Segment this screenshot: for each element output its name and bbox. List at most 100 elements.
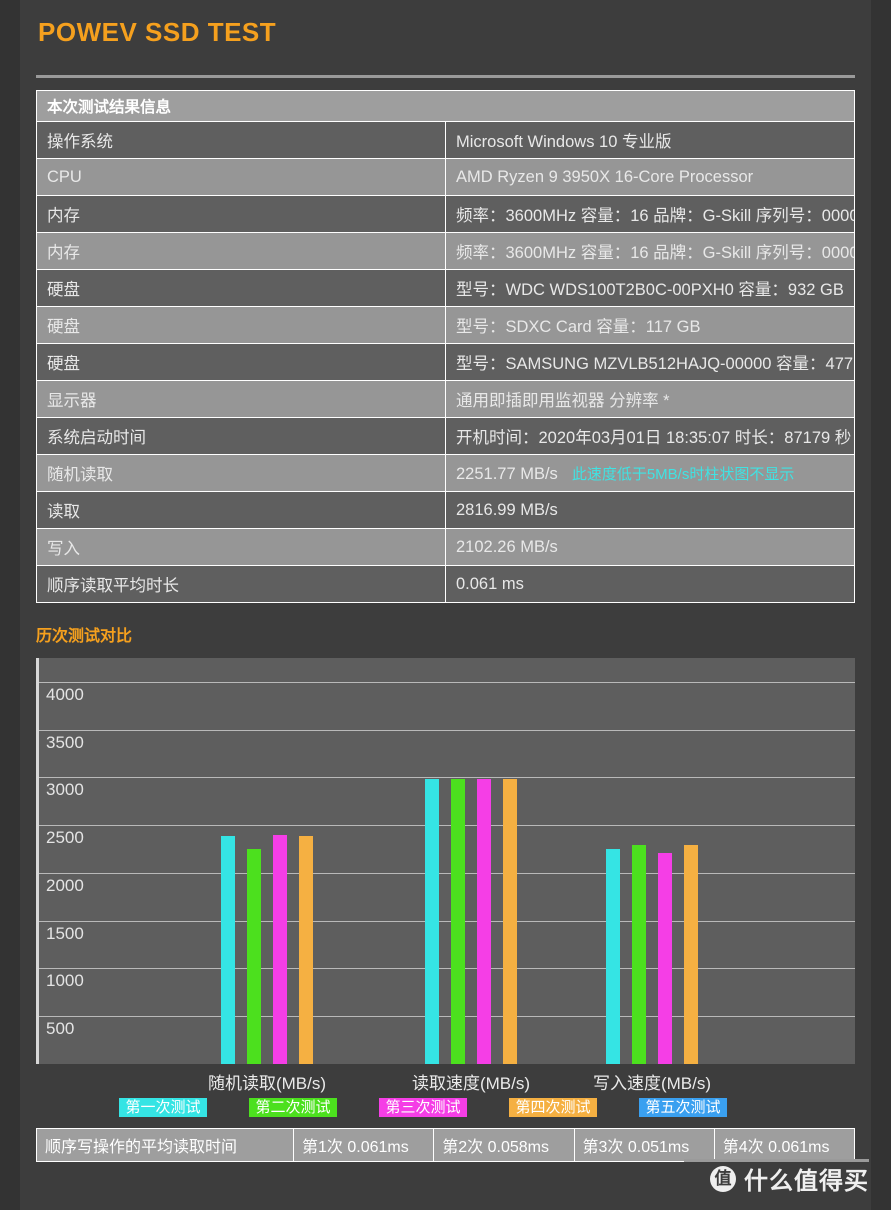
info-row-value: 0.061 ms (445, 565, 855, 603)
info-row-value-text: 型号：SDXC Card 容量：117 GB (456, 318, 701, 336)
info-row-value: 2102.26 MB/s (445, 528, 855, 566)
info-row-label: 写入 (36, 528, 446, 566)
info-row-label: 硬盘 (36, 343, 446, 381)
chart-plot-area: 4000 3500 3000 2500 2000 1500 1000 500 (39, 658, 855, 1064)
table-row: 操作系统 Microsoft Windows 10 专业版 (36, 121, 855, 159)
table-row: 硬盘 型号：SDXC Card 容量：117 GB (36, 306, 855, 344)
chart-x-label: 写入速度(MB/s) (592, 1074, 712, 1093)
chart-gridline (39, 968, 855, 970)
chart-gridline (39, 825, 855, 827)
chart-bar (425, 778, 439, 1064)
chart-gridline (39, 920, 855, 922)
page-title: POWEV SSD TEST (38, 17, 277, 47)
info-row-label: CPU (36, 158, 446, 196)
info-row-value: 型号：SDXC Card 容量：117 GB (445, 306, 855, 344)
table-row: 写入 2102.26 MB/s (36, 528, 855, 566)
right-gutter (871, 0, 891, 1210)
chart-gridline (39, 1016, 855, 1018)
table-row: 内存 频率：3600MHz 容量：16 品牌：G-Skill 序列号：000000… (36, 195, 855, 233)
legend-item-2[interactable]: 第二次测试 (249, 1098, 337, 1117)
table-row: 系统启动时间 开机时间：2020年03月01日 18:35:07 时长：87179… (36, 417, 855, 455)
table-row: 读取 2816.99 MB/s (36, 491, 855, 529)
system-info-table: 本次测试结果信息 操作系统 Microsoft Windows 10 专业版 CPU A… (36, 90, 855, 603)
table-header-row: 本次测试结果信息 (36, 90, 855, 122)
info-row-value-text: 开机时间：2020年03月01日 18:35:07 时长：87179 秒 (456, 429, 852, 447)
avg-read-time-cell-2: 第2次 0.058ms (433, 1128, 575, 1162)
chart-x-label: 随机读取(MB/s) (207, 1074, 327, 1093)
info-row-value: 型号：WDC WDS100T2B0C-00PXH0 容量：932 GB (445, 269, 855, 307)
info-row-value-text: 频率：3600MHz 容量：16 品牌：G-Skill 序列号：00000000 (456, 207, 855, 225)
info-row-value-text: 型号：SAMSUNG MZVLB512HAJQ-00000 容量：477 GB (456, 355, 855, 373)
chart-bar (273, 835, 287, 1064)
info-row-label: 读取 (36, 491, 446, 529)
info-row-value: 型号：SAMSUNG MZVLB512HAJQ-00000 容量：477 GB (445, 343, 855, 381)
table-row: 硬盘 型号：SAMSUNG MZVLB512HAJQ-00000 容量：477 G… (36, 343, 855, 381)
info-row-value-text: 型号：WDC WDS100T2B0C-00PXH0 容量：932 GB (456, 281, 844, 299)
table-row: 硬盘 型号：WDC WDS100T2B0C-00PXH0 容量：932 GB (36, 269, 855, 307)
info-row-value-text: 频率：3600MHz 容量：16 品牌：G-Skill 序列号：00000000 (456, 244, 855, 262)
legend-item-1[interactable]: 第一次测试 (119, 1098, 207, 1117)
watermark-text: 什么值得买 (744, 1168, 869, 1195)
info-row-value: 频率：3600MHz 容量：16 品牌：G-Skill 序列号：00000000 (445, 195, 855, 233)
info-row-label: 系统启动时间 (36, 417, 446, 455)
legend-item-3[interactable]: 第三次测试 (379, 1098, 467, 1117)
info-row-value-text: 2251.77 MB/s (456, 464, 558, 483)
avg-read-time-table: 顺序写操作的平均读取时间 第1次 0.061ms 第2次 0.058ms 第3次… (36, 1128, 856, 1162)
info-row-label: 硬盘 (36, 306, 446, 344)
info-row-value: 2251.77 MB/s 此速度低于5MB/s时柱状图不显示 (445, 454, 855, 492)
watermark: 值 什么值得买 (710, 1161, 869, 1196)
legend-item-4[interactable]: 第四次测试 (509, 1098, 597, 1117)
info-row-label: 内存 (36, 232, 446, 270)
info-row-note: 此速度低于5MB/s时柱状图不显示 (571, 465, 795, 483)
info-row-label: 硬盘 (36, 269, 446, 307)
page-root: POWEV SSD TEST 本次测试结果信息 操作系统 Microsoft Win… (0, 0, 891, 1210)
avg-read-time-cell-3: 第3次 0.051ms (573, 1128, 715, 1162)
info-table-header: 本次测试结果信息 (36, 90, 855, 122)
avg-read-time-cell-4: 第4次 0.061ms (713, 1128, 856, 1162)
table-row: 顺序读取平均时长 0.061 ms (36, 565, 855, 603)
info-row-label: 随机读取 (36, 454, 446, 492)
info-row-label: 内存 (36, 195, 446, 233)
chart-y-tick-label: 2500 (46, 828, 84, 848)
chart-y-tick-label: 500 (46, 1019, 75, 1039)
chart-legend: 第一次测试 第二次测试 第三次测试 第四次测试 第五次测试 (36, 1098, 855, 1126)
info-row-value: 开机时间：2020年03月01日 18:35:07 时长：87179 秒 (445, 417, 855, 455)
chart-y-tick-label: 4000 (46, 684, 84, 704)
title-divider (36, 75, 855, 78)
info-row-value: 频率：3600MHz 容量：16 品牌：G-Skill 序列号：00000000 (445, 232, 855, 270)
table-row: CPU AMD Ryzen 9 3950X 16-Core Processor (36, 158, 855, 196)
chart-gridline (39, 729, 855, 731)
table-row: 显示器 通用即插即用监视器 分辨率 * (36, 380, 855, 418)
chart-x-label: 读取速度(MB/s) (411, 1074, 531, 1093)
chart-bar (477, 778, 491, 1064)
chart-bar (221, 835, 235, 1064)
chart-bar (299, 836, 313, 1064)
smzdm-logo-icon: 值 (710, 1165, 736, 1192)
chart-y-tick-label: 1500 (46, 923, 84, 943)
chart-y-tick-label: 3500 (46, 732, 84, 752)
chart-gridline (39, 681, 855, 683)
info-row-value: Microsoft Windows 10 专业版 (445, 121, 855, 159)
left-gutter (0, 0, 20, 1210)
avg-read-time-label: 顺序写操作的平均读取时间 (36, 1128, 294, 1162)
chart-bar (606, 849, 620, 1064)
chart-y-tick-label: 3000 (46, 780, 84, 800)
chart-bar (503, 778, 517, 1064)
info-row-value-text: 2102.26 MB/s (456, 537, 558, 556)
info-row-value-text: Microsoft Windows 10 专业版 (456, 133, 672, 151)
avg-read-time-cell-1: 第1次 0.061ms (292, 1128, 435, 1162)
chart-bar (658, 853, 672, 1064)
chart-section-title: 历次测试对比 (36, 628, 133, 645)
table-row: 内存 频率：3600MHz 容量：16 品牌：G-Skill 序列号：000000… (36, 232, 855, 270)
table-row: 随机读取 2251.77 MB/s 此速度低于5MB/s时柱状图不显示 (36, 454, 855, 492)
chart-gridline (39, 872, 855, 874)
chart-bar (632, 845, 646, 1064)
info-row-value-text: 通用即插即用监视器 分辨率 * (456, 392, 670, 410)
info-row-value: 通用即插即用监视器 分辨率 * (445, 380, 855, 418)
info-row-label: 操作系统 (36, 121, 446, 159)
legend-item-5[interactable]: 第五次测试 (639, 1098, 727, 1117)
chart-x-axis-labels: 随机读取(MB/s) 读取速度(MB/s) 写入速度(MB/s) (36, 1064, 855, 1098)
info-row-value: 2816.99 MB/s (445, 491, 855, 529)
info-row-value: AMD Ryzen 9 3950X 16-Core Processor (445, 158, 855, 196)
chart-bar (684, 845, 698, 1064)
